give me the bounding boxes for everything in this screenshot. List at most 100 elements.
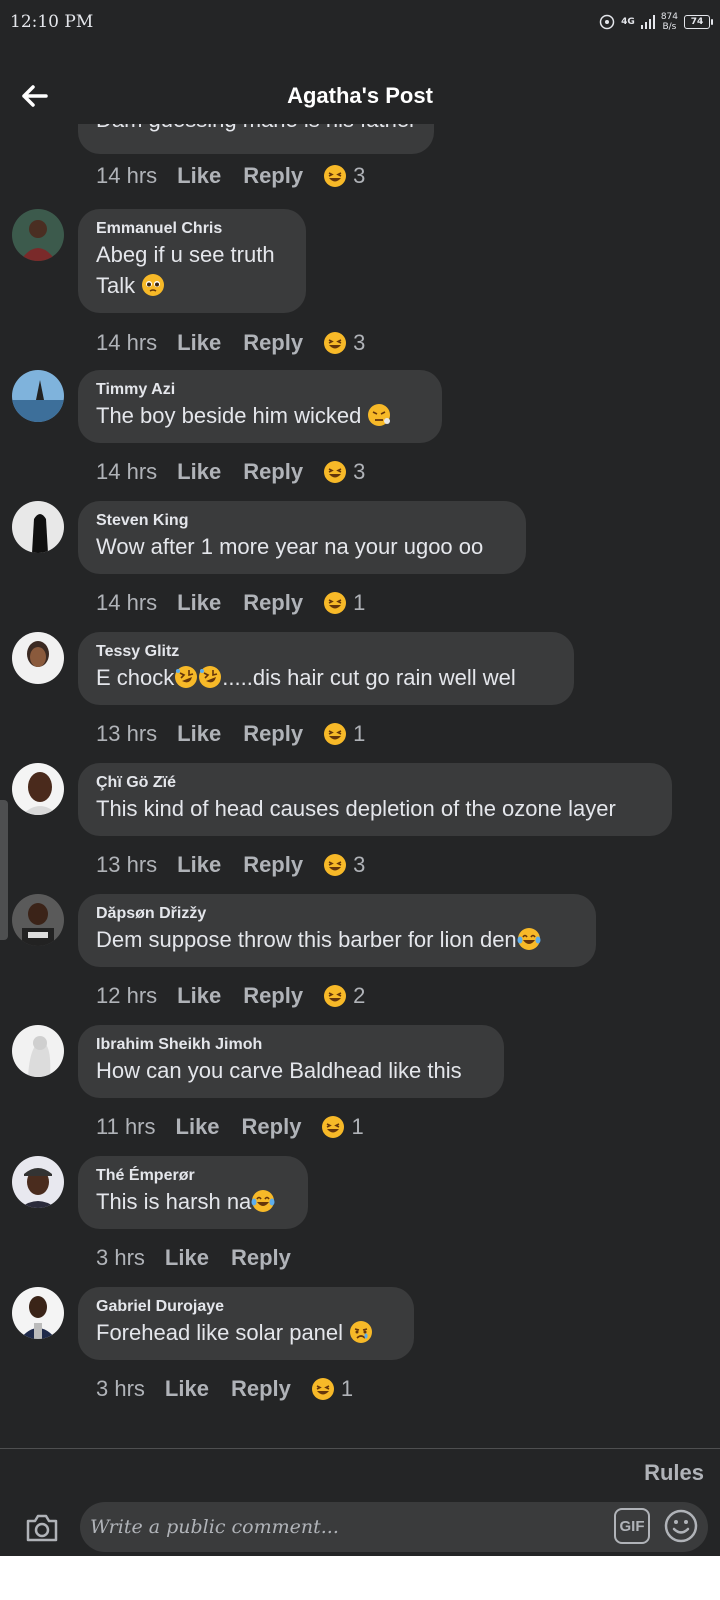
like-button[interactable]: Like xyxy=(177,721,221,747)
comment-bubble[interactable]: Timmy Azi The boy beside him wicked xyxy=(78,370,442,443)
comment-bubble[interactable]: Thé Émperør This is harsh na xyxy=(78,1156,308,1229)
comment-time[interactable]: 14 hrs xyxy=(96,330,157,356)
signal-icon xyxy=(640,15,655,29)
reaction-count[interactable]: 1 xyxy=(323,590,365,616)
comment-bubble[interactable]: Emmanuel Chris Abeg if u see truth Talk xyxy=(78,209,306,313)
like-button[interactable]: Like xyxy=(177,983,221,1009)
haha-reaction-icon xyxy=(322,1116,345,1138)
smiley-icon xyxy=(664,1509,698,1543)
avatar[interactable] xyxy=(12,1025,64,1077)
camera-icon xyxy=(26,1514,58,1542)
haha-reaction-icon xyxy=(324,332,347,354)
pleading-face-icon xyxy=(142,274,165,296)
camera-button[interactable] xyxy=(22,1508,62,1548)
reaction-count[interactable]: 3 xyxy=(323,459,365,485)
reply-button[interactable]: Reply xyxy=(243,590,303,616)
reply-button[interactable]: Reply xyxy=(243,983,303,1009)
emoji-button[interactable] xyxy=(662,1507,700,1545)
reply-button[interactable]: Reply xyxy=(242,1114,302,1140)
rules-link[interactable]: Rules xyxy=(644,1460,704,1486)
comment-author[interactable]: Thé Émperør xyxy=(96,1166,290,1186)
reply-button[interactable]: Reply xyxy=(243,459,303,485)
comment-composer: GIF xyxy=(0,1500,720,1556)
like-button[interactable]: Like xyxy=(165,1376,209,1402)
reply-button[interactable]: Reply xyxy=(231,1376,291,1402)
like-button[interactable]: Like xyxy=(165,1245,209,1271)
comment-text: The boy beside him wicked xyxy=(96,400,424,431)
arrow-left-icon xyxy=(22,85,48,107)
haha-reaction-icon xyxy=(311,1378,334,1400)
reaction-count[interactable]: 2 xyxy=(323,983,365,1009)
comment-actions: 14 hrs Like Reply 3 xyxy=(96,458,365,486)
face-with-steam-icon xyxy=(368,404,391,426)
like-button[interactable]: Like xyxy=(177,330,221,356)
scroll-indicator[interactable] xyxy=(0,800,8,940)
comment-time[interactable]: 14 hrs xyxy=(96,590,157,616)
avatar[interactable] xyxy=(12,209,64,261)
gif-icon: GIF xyxy=(619,1517,645,1535)
haha-reaction-icon xyxy=(324,165,347,187)
comment-author[interactable]: Çhï Gö Zïé xyxy=(96,773,654,793)
reply-button[interactable]: Reply xyxy=(243,852,303,878)
comment-bubble[interactable]: Dăpsøn Dřizžy Dem suppose throw this bar… xyxy=(78,894,596,967)
reaction-count[interactable]: 1 xyxy=(311,1376,353,1402)
avatar[interactable] xyxy=(12,763,64,815)
reaction-count[interactable]: 1 xyxy=(323,721,365,747)
battery-icon: 74 xyxy=(684,15,713,29)
like-button[interactable]: Like xyxy=(177,459,221,485)
like-button[interactable]: Like xyxy=(177,852,221,878)
avatar[interactable] xyxy=(12,632,64,684)
comment-time[interactable]: 14 hrs xyxy=(96,163,157,189)
avatar[interactable] xyxy=(12,1156,64,1208)
reply-button[interactable]: Reply xyxy=(243,330,303,356)
network-type: 4G xyxy=(621,17,635,27)
gif-button[interactable]: GIF xyxy=(614,1508,650,1544)
reaction-count[interactable]: 3 xyxy=(323,852,365,878)
like-button[interactable]: Like xyxy=(177,590,221,616)
comment-author[interactable]: Timmy Azi xyxy=(96,380,424,400)
comment-bubble[interactable]: Steven King Wow after 1 more year na you… xyxy=(78,501,526,574)
comment-author[interactable]: Gabriel Durojaye xyxy=(96,1297,396,1317)
reply-button[interactable]: Reply xyxy=(231,1245,291,1271)
avatar[interactable] xyxy=(12,1287,64,1339)
comment-author[interactable]: Steven King xyxy=(96,511,508,531)
comment-time[interactable]: 13 hrs xyxy=(96,721,157,747)
comment-time[interactable]: 11 hrs xyxy=(96,1114,156,1140)
app-header: Agatha's Post xyxy=(0,68,720,124)
comment-actions: 12 hrs Like Reply 2 xyxy=(96,982,365,1010)
comment-text: This is harsh na xyxy=(96,1186,290,1217)
reply-button[interactable]: Reply xyxy=(243,721,303,747)
comments-list[interactable]: Dam guessing mane is his father 14 hrs L… xyxy=(0,104,720,1450)
comment-actions: 13 hrs Like Reply 1 xyxy=(96,720,365,748)
avatar[interactable] xyxy=(12,370,64,422)
reaction-count[interactable]: 1 xyxy=(321,1114,364,1140)
haha-reaction-icon xyxy=(324,985,347,1007)
comment-author[interactable]: Tessy Glitz xyxy=(96,642,556,662)
rofl-icon xyxy=(199,666,222,688)
tears-of-joy-icon xyxy=(251,1190,275,1212)
comment-text: This kind of head causes depletion of th… xyxy=(96,796,616,821)
comment-bubble[interactable]: Gabriel Durojaye Forehead like solar pan… xyxy=(78,1287,414,1360)
avatar[interactable] xyxy=(12,501,64,553)
reply-button[interactable]: Reply xyxy=(243,163,303,189)
reaction-count[interactable]: 3 xyxy=(323,330,365,356)
back-button[interactable] xyxy=(16,78,52,114)
comment-time[interactable]: 12 hrs xyxy=(96,983,157,1009)
avatar[interactable] xyxy=(12,894,64,946)
comment-author[interactable]: Emmanuel Chris xyxy=(96,219,288,239)
comment-bubble[interactable]: Çhï Gö Zïé This kind of head causes depl… xyxy=(78,763,672,836)
comment-bubble[interactable]: Ibrahim Sheikh Jimoh How can you carve B… xyxy=(78,1025,504,1098)
reaction-count[interactable]: 3 xyxy=(323,163,365,189)
comment-author[interactable]: Dăpsøn Dřizžy xyxy=(96,904,578,924)
like-button[interactable]: Like xyxy=(177,163,221,189)
comment-text: Forehead like solar panel xyxy=(96,1317,396,1348)
comment-time[interactable]: 3 hrs xyxy=(96,1245,145,1271)
comment-actions: 14 hrs Like Reply 3 xyxy=(96,329,365,357)
network-speed: 874 B/s xyxy=(660,12,678,32)
like-button[interactable]: Like xyxy=(176,1114,220,1140)
comment-author[interactable]: Ibrahim Sheikh Jimoh xyxy=(96,1035,486,1055)
comment-bubble[interactable]: Tessy Glitz E chock .....dis hair cut go … xyxy=(78,632,574,705)
comment-time[interactable]: 13 hrs xyxy=(96,852,157,878)
comment-time[interactable]: 14 hrs xyxy=(96,459,157,485)
comment-time[interactable]: 3 hrs xyxy=(96,1376,145,1402)
